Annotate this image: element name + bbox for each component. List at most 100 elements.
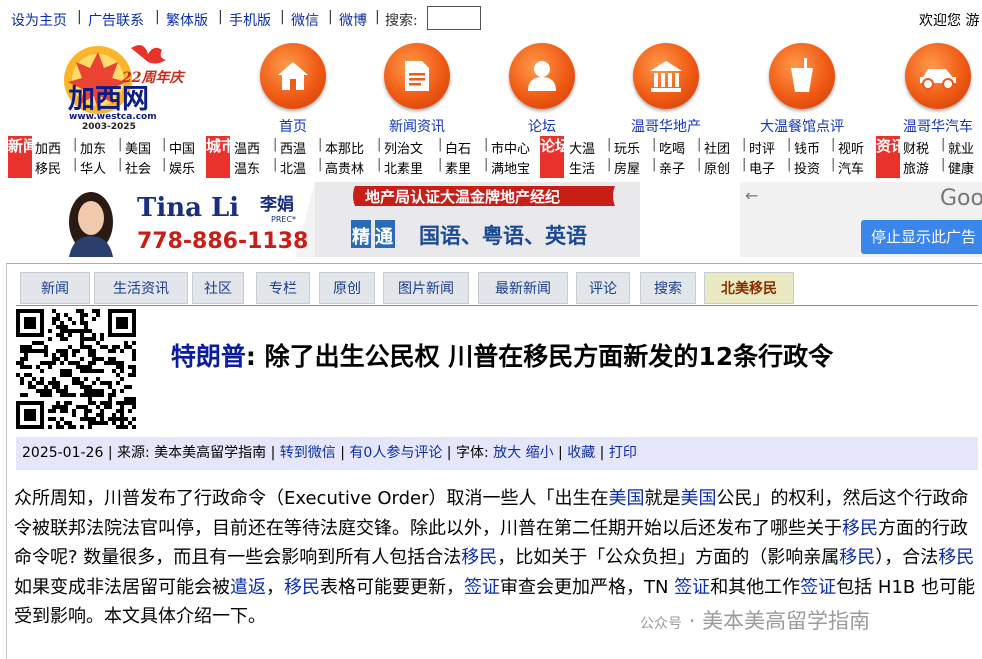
category-link[interactable]: 移民 bbox=[35, 158, 61, 177]
weibo-link[interactable]: 微博 bbox=[339, 10, 367, 30]
category-link[interactable]: 生活 bbox=[569, 158, 595, 177]
nav-forum[interactable]: 论坛 bbox=[477, 43, 607, 136]
category-link[interactable]: 玩乐 bbox=[614, 138, 640, 157]
nav-restaurants[interactable]: 大温餐馆点评 bbox=[737, 43, 867, 136]
title-keyword-link[interactable]: 特朗普 bbox=[171, 342, 246, 371]
divider: | bbox=[831, 137, 836, 152]
category-link[interactable]: 北温 bbox=[280, 158, 306, 177]
realtor-ad-banner[interactable]: Tina Li 李娟 PREC* 778-886-1138 地产局认证大温金牌地… bbox=[55, 182, 640, 257]
news-section-tag: 新闻 bbox=[8, 136, 38, 178]
category-link[interactable]: 加西 bbox=[35, 138, 61, 157]
category-link[interactable]: 健康 bbox=[948, 158, 974, 177]
nav-news[interactable]: 新闻资讯 bbox=[352, 43, 482, 136]
category-link[interactable]: 社会 bbox=[125, 158, 151, 177]
site-logo[interactable]: 22周年庆 加西网 www.westca.com 2003-2025 bbox=[36, 40, 216, 132]
category-link[interactable]: 白石 bbox=[445, 138, 471, 157]
divider: | bbox=[484, 137, 489, 152]
category-link[interactable]: 列治文 bbox=[384, 138, 423, 157]
keyword-link[interactable]: 美国 bbox=[681, 488, 717, 509]
category-link[interactable]: 旅游 bbox=[903, 158, 929, 177]
keyword-link[interactable]: 移民 bbox=[938, 547, 974, 568]
category-link[interactable]: 汽车 bbox=[838, 158, 864, 177]
category-link[interactable]: 市中心 bbox=[491, 138, 530, 157]
mobile-link[interactable]: 手机版 bbox=[229, 10, 271, 30]
tab-comments[interactable]: 评论 bbox=[576, 272, 630, 304]
keyword-link[interactable]: 美国 bbox=[609, 488, 645, 509]
tab-life-info[interactable]: 生活资讯 bbox=[94, 272, 188, 304]
category-link[interactable]: 娱乐 bbox=[169, 158, 195, 177]
keyword-link[interactable]: 签证 bbox=[464, 577, 500, 598]
nav-home-label: 首页 bbox=[279, 119, 307, 135]
category-link[interactable]: 高贵林 bbox=[325, 158, 364, 177]
category-link[interactable]: 加东 bbox=[80, 138, 106, 157]
nav-real-estate[interactable]: 温哥华地产 bbox=[601, 43, 731, 136]
keyword-link[interactable]: 移民 bbox=[839, 547, 875, 568]
category-link[interactable]: 美国 bbox=[125, 138, 151, 157]
print-link[interactable]: 打印 bbox=[609, 445, 637, 461]
watermark-account: 公众号 bbox=[640, 616, 682, 632]
category-link[interactable]: 本那比 bbox=[325, 138, 364, 157]
back-arrow-icon[interactable]: ← bbox=[745, 186, 758, 205]
divider: | bbox=[941, 157, 946, 172]
enlarge-font-link[interactable]: 放大 bbox=[493, 445, 521, 461]
tab-north-america-immigration[interactable]: 北美移民 bbox=[704, 272, 794, 304]
comments-link[interactable]: 有0人参与评论 bbox=[349, 445, 442, 461]
category-link[interactable]: 钱币 bbox=[794, 138, 820, 157]
category-link[interactable]: 温东 bbox=[234, 158, 260, 177]
keyword-link[interactable]: 移民 bbox=[284, 577, 320, 598]
tab-news[interactable]: 新闻 bbox=[20, 272, 90, 304]
ad-contact-link[interactable]: 广告联系 bbox=[88, 10, 144, 30]
traditional-chinese-link[interactable]: 繁体版 bbox=[166, 10, 208, 30]
body-text: 众所周知，川普发布了行政命令（Executive Order）取消一些人「出生在 bbox=[14, 488, 609, 509]
keyword-link[interactable]: 移民 bbox=[842, 518, 878, 539]
category-link[interactable]: 华人 bbox=[80, 158, 106, 177]
category-link[interactable]: 素里 bbox=[445, 158, 471, 177]
category-link[interactable]: 满地宝 bbox=[491, 158, 530, 177]
category-link[interactable]: 吃喝 bbox=[659, 138, 685, 157]
divider: | bbox=[328, 9, 333, 25]
category-link[interactable]: 原创 bbox=[704, 158, 730, 177]
category-link[interactable]: 北素里 bbox=[384, 158, 423, 177]
tab-columns[interactable]: 专栏 bbox=[256, 272, 310, 304]
keyword-link[interactable]: 移民 bbox=[461, 547, 497, 568]
category-link[interactable]: 房屋 bbox=[614, 158, 640, 177]
ad-agent-name: Tina Li bbox=[137, 193, 239, 223]
tab-original[interactable]: 原创 bbox=[319, 272, 375, 304]
keyword-link[interactable]: 签证 bbox=[800, 577, 836, 598]
category-link[interactable]: 亲子 bbox=[659, 158, 685, 177]
city-section-tag: 城市 bbox=[206, 136, 236, 178]
divider: | bbox=[270, 445, 280, 461]
category-link[interactable]: 中国 bbox=[169, 138, 195, 157]
category-link[interactable]: 时评 bbox=[749, 138, 775, 157]
nav-home[interactable]: 首页 bbox=[228, 43, 358, 136]
keyword-link[interactable]: 遣返 bbox=[230, 577, 266, 598]
category-link[interactable]: 电子 bbox=[749, 158, 775, 177]
site-banner: 22周年庆 加西网 www.westca.com 2003-2025 首页 新闻… bbox=[0, 37, 982, 135]
category-link[interactable]: 西温 bbox=[280, 138, 306, 157]
favorite-link[interactable]: 收藏 bbox=[567, 445, 595, 461]
nav-cars[interactable]: 温哥华汽车 bbox=[873, 43, 982, 136]
category-link[interactable]: 财税 bbox=[903, 138, 929, 157]
tab-search[interactable]: 搜索 bbox=[640, 272, 696, 304]
keyword-link[interactable]: 签证 bbox=[674, 577, 710, 598]
shrink-font-link[interactable]: 缩小 bbox=[526, 445, 554, 461]
wechat-link[interactable]: 微信 bbox=[291, 10, 319, 30]
category-link[interactable]: 就业 bbox=[948, 138, 974, 157]
category-link[interactable]: 温西 bbox=[234, 138, 260, 157]
logo-url: www.westca.com bbox=[69, 112, 157, 122]
stop-showing-ad-button[interactable]: 停止显示此广告 bbox=[861, 220, 982, 254]
set-homepage-link[interactable]: 设为主页 bbox=[11, 10, 67, 30]
forward-to-wechat-link[interactable]: 转到微信 bbox=[280, 445, 336, 461]
divider: | bbox=[607, 137, 612, 152]
tab-latest-news[interactable]: 最新新闻 bbox=[478, 272, 568, 304]
category-link[interactable]: 社团 bbox=[704, 138, 730, 157]
body-text: 如果变成非法居留可能会被 bbox=[14, 576, 230, 598]
article-title: 特朗普: 除了出生公民权 川普在移民方面新发的12条行政令 bbox=[146, 340, 858, 374]
tab-photo-news[interactable]: 图片新闻 bbox=[383, 272, 469, 304]
category-link[interactable]: 投资 bbox=[794, 158, 820, 177]
category-link[interactable]: 大温 bbox=[569, 138, 595, 157]
ad-headline: 地产局认证大温金牌地产经纪 bbox=[365, 188, 560, 206]
tab-community[interactable]: 社区 bbox=[192, 272, 244, 304]
category-link[interactable]: 视听 bbox=[838, 138, 864, 157]
search-input[interactable] bbox=[427, 6, 481, 30]
